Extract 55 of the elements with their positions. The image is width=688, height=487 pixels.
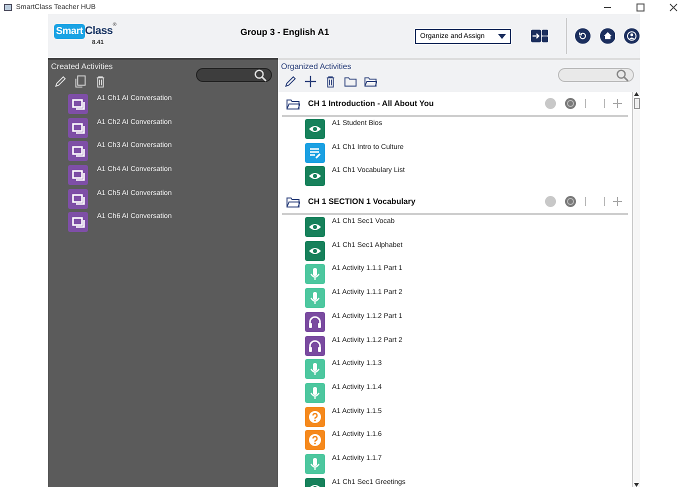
- caret-icon: [498, 34, 506, 38]
- account-button[interactable]: [624, 26, 640, 46]
- scroll-down-icon[interactable]: [634, 483, 639, 487]
- eye-icon: [305, 240, 325, 261]
- trash-icon[interactable]: [324, 74, 337, 88]
- check-circle-icon[interactable]: [545, 98, 556, 109]
- chat-icon: [68, 118, 88, 138]
- panel-title: Organized Activities: [280, 61, 352, 71]
- headphones-icon: [305, 312, 325, 332]
- panel-title: Created Activities: [50, 61, 114, 71]
- target-icon[interactable]: [565, 98, 576, 109]
- app-icon: [4, 4, 12, 10]
- note-icon: [305, 142, 325, 163]
- folder-icon[interactable]: [286, 196, 300, 208]
- chat-icon: [68, 94, 88, 114]
- home-button[interactable]: [600, 26, 616, 46]
- scroll-thumb[interactable]: [634, 98, 640, 109]
- search-field[interactable]: [558, 68, 634, 82]
- scroll-up-icon[interactable]: [634, 92, 639, 96]
- target-icon[interactable]: [565, 196, 576, 208]
- add-icon[interactable]: [304, 74, 317, 88]
- copy-icon[interactable]: [74, 74, 87, 88]
- layout-toggle-icon[interactable]: [530, 28, 548, 44]
- chat-icon: [68, 212, 88, 232]
- microphone-icon: [305, 382, 325, 403]
- folder-icon[interactable]: [344, 74, 357, 88]
- question-icon: [305, 430, 325, 450]
- logo-text: Class: [84, 25, 113, 37]
- microphone-icon: [305, 454, 325, 474]
- scrollbar[interactable]: [632, 92, 640, 487]
- search-icon[interactable]: [254, 68, 267, 82]
- maximize-icon[interactable]: [636, 2, 645, 12]
- logo-bubble: Smart: [54, 24, 85, 39]
- close-icon[interactable]: [669, 2, 678, 12]
- folder-icon[interactable]: [286, 98, 300, 110]
- chat-icon: [68, 141, 88, 162]
- section-title[interactable]: CH 1 Introduction - All About You: [308, 99, 536, 108]
- pencil-icon[interactable]: [284, 74, 297, 88]
- microphone-icon: [305, 264, 325, 284]
- refresh-button[interactable]: [575, 26, 591, 46]
- eye-icon: [305, 119, 325, 139]
- microphone-icon: [305, 359, 325, 380]
- section-title[interactable]: CH 1 SECTION 1 Vocabulary: [308, 197, 536, 206]
- trash-icon[interactable]: [94, 74, 107, 88]
- question-icon: [305, 406, 325, 427]
- group-title: Group 3 - English A1: [240, 27, 330, 37]
- eye-icon: [305, 217, 325, 238]
- chat-icon: [68, 165, 88, 186]
- microphone-icon: [305, 288, 325, 308]
- search-field[interactable]: [196, 68, 272, 82]
- chat-icon: [68, 188, 88, 209]
- check-circle-icon[interactable]: [545, 196, 556, 208]
- eye-icon: [305, 166, 325, 186]
- open-folder-icon[interactable]: [364, 74, 377, 88]
- headphones-icon: [305, 336, 325, 356]
